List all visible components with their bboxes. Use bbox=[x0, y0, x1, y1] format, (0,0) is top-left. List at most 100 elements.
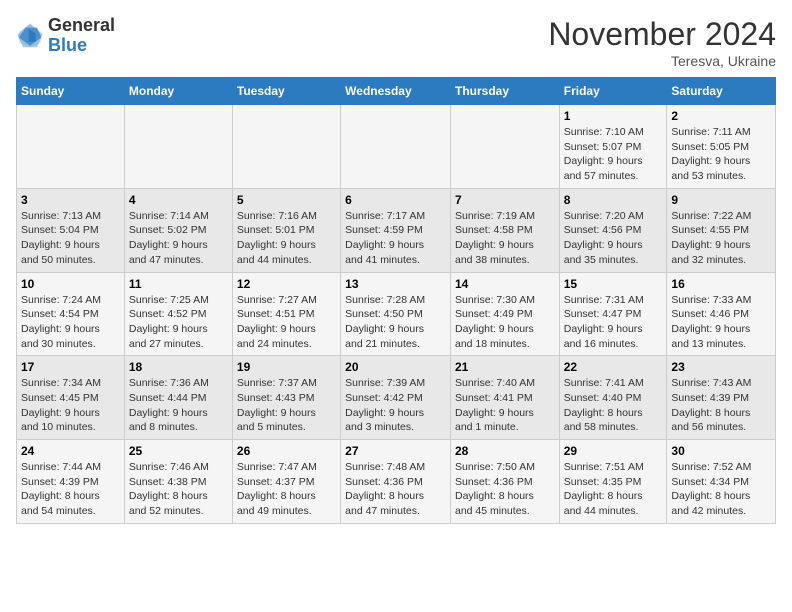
logo-text: General Blue bbox=[48, 16, 115, 56]
calendar-week-4: 17 Sunrise: 7:34 AM Sunset: 4:45 PM Dayli… bbox=[17, 356, 776, 440]
calendar-cell: 5Sunrise: 7:16 AM Sunset: 5:01 PM Daylig… bbox=[232, 188, 340, 272]
day-number: 12 bbox=[237, 277, 336, 291]
title-block: November 2024 Teresva, Ukraine bbox=[548, 16, 776, 69]
calendar-cell: 1 Sunrise: 7:10 AM Sunset: 5:07 PM Daylig… bbox=[559, 105, 667, 189]
day-number: 24 bbox=[21, 444, 120, 458]
day-number: 23 bbox=[671, 360, 771, 374]
day-number: 6 bbox=[345, 193, 446, 207]
month-title: November 2024 bbox=[548, 16, 776, 53]
weekday-thursday: Thursday bbox=[450, 78, 559, 105]
day-info: Sunrise: 7:50 AM Sunset: 4:36 PM Dayligh… bbox=[455, 460, 555, 519]
day-number: 16 bbox=[671, 277, 771, 291]
calendar-cell bbox=[450, 105, 559, 189]
calendar-cell: 18 Sunrise: 7:36 AM Sunset: 4:44 PM Dayli… bbox=[124, 356, 232, 440]
day-number: 7 bbox=[455, 193, 555, 207]
calendar-cell: 20Sunrise: 7:39 AM Sunset: 4:42 PM Dayli… bbox=[341, 356, 451, 440]
day-info: Sunrise: 7:20 AM Sunset: 4:56 PM Dayligh… bbox=[564, 209, 663, 268]
day-number: 3 bbox=[21, 193, 120, 207]
day-info: Sunrise: 7:36 AM Sunset: 4:44 PM Dayligh… bbox=[129, 376, 228, 435]
day-info: Sunrise: 7:13 AM Sunset: 5:04 PM Dayligh… bbox=[21, 209, 120, 268]
calendar-cell: 2Sunrise: 7:11 AM Sunset: 5:05 PM Daylig… bbox=[667, 105, 776, 189]
day-info: Sunrise: 7:52 AM Sunset: 4:34 PM Dayligh… bbox=[671, 460, 771, 519]
day-number: 17 bbox=[21, 360, 120, 374]
day-info: Sunrise: 7:51 AM Sunset: 4:35 PM Dayligh… bbox=[564, 460, 663, 519]
weekday-friday: Friday bbox=[559, 78, 667, 105]
day-info: Sunrise: 7:37 AM Sunset: 4:43 PM Dayligh… bbox=[237, 376, 336, 435]
calendar-week-1: 1 Sunrise: 7:10 AM Sunset: 5:07 PM Daylig… bbox=[17, 105, 776, 189]
calendar-cell: 3 Sunrise: 7:13 AM Sunset: 5:04 PM Daylig… bbox=[17, 188, 125, 272]
day-number: 11 bbox=[129, 277, 228, 291]
calendar-table: SundayMondayTuesdayWednesdayThursdayFrid… bbox=[16, 77, 776, 524]
day-info: Sunrise: 7:41 AM Sunset: 4:40 PM Dayligh… bbox=[564, 376, 663, 435]
day-number: 13 bbox=[345, 277, 446, 291]
calendar-cell: 21Sunrise: 7:40 AM Sunset: 4:41 PM Dayli… bbox=[450, 356, 559, 440]
weekday-saturday: Saturday bbox=[667, 78, 776, 105]
calendar-cell: 15Sunrise: 7:31 AM Sunset: 4:47 PM Dayli… bbox=[559, 272, 667, 356]
logo-icon bbox=[16, 22, 44, 50]
day-info: Sunrise: 7:33 AM Sunset: 4:46 PM Dayligh… bbox=[671, 293, 771, 352]
weekday-header-row: SundayMondayTuesdayWednesdayThursdayFrid… bbox=[17, 78, 776, 105]
calendar-cell: 27Sunrise: 7:48 AM Sunset: 4:36 PM Dayli… bbox=[341, 440, 451, 524]
day-info: Sunrise: 7:44 AM Sunset: 4:39 PM Dayligh… bbox=[21, 460, 120, 519]
calendar-cell: 26 Sunrise: 7:47 AM Sunset: 4:37 PM Dayli… bbox=[232, 440, 340, 524]
day-info: Sunrise: 7:34 AM Sunset: 4:45 PM Dayligh… bbox=[21, 376, 120, 435]
day-info: Sunrise: 7:28 AM Sunset: 4:50 PM Dayligh… bbox=[345, 293, 446, 352]
day-info: Sunrise: 7:14 AM Sunset: 5:02 PM Dayligh… bbox=[129, 209, 228, 268]
day-info: Sunrise: 7:19 AM Sunset: 4:58 PM Dayligh… bbox=[455, 209, 555, 268]
day-number: 5 bbox=[237, 193, 336, 207]
day-number: 8 bbox=[564, 193, 663, 207]
day-number: 28 bbox=[455, 444, 555, 458]
calendar-cell: 25 Sunrise: 7:46 AM Sunset: 4:38 PM Dayli… bbox=[124, 440, 232, 524]
calendar-cell: 23Sunrise: 7:43 AM Sunset: 4:39 PM Dayli… bbox=[667, 356, 776, 440]
day-info: Sunrise: 7:27 AM Sunset: 4:51 PM Dayligh… bbox=[237, 293, 336, 352]
day-number: 19 bbox=[237, 360, 336, 374]
calendar-body: 1 Sunrise: 7:10 AM Sunset: 5:07 PM Daylig… bbox=[17, 105, 776, 524]
day-info: Sunrise: 7:47 AM Sunset: 4:37 PM Dayligh… bbox=[237, 460, 336, 519]
calendar-cell: 24 Sunrise: 7:44 AM Sunset: 4:39 PM Dayli… bbox=[17, 440, 125, 524]
day-number: 25 bbox=[129, 444, 228, 458]
calendar-cell: 8 Sunrise: 7:20 AM Sunset: 4:56 PM Daylig… bbox=[559, 188, 667, 272]
calendar-week-3: 10 Sunrise: 7:24 AM Sunset: 4:54 PM Dayli… bbox=[17, 272, 776, 356]
day-number: 22 bbox=[564, 360, 663, 374]
calendar-cell: 7 Sunrise: 7:19 AM Sunset: 4:58 PM Daylig… bbox=[450, 188, 559, 272]
day-info: Sunrise: 7:24 AM Sunset: 4:54 PM Dayligh… bbox=[21, 293, 120, 352]
calendar-cell: 30 Sunrise: 7:52 AM Sunset: 4:34 PM Dayli… bbox=[667, 440, 776, 524]
day-number: 29 bbox=[564, 444, 663, 458]
calendar-cell bbox=[124, 105, 232, 189]
day-info: Sunrise: 7:10 AM Sunset: 5:07 PM Dayligh… bbox=[564, 125, 663, 184]
calendar-cell: 4 Sunrise: 7:14 AM Sunset: 5:02 PM Daylig… bbox=[124, 188, 232, 272]
weekday-wednesday: Wednesday bbox=[341, 78, 451, 105]
calendar-cell bbox=[232, 105, 340, 189]
day-info: Sunrise: 7:31 AM Sunset: 4:47 PM Dayligh… bbox=[564, 293, 663, 352]
page-header: General Blue November 2024 Teresva, Ukra… bbox=[16, 16, 776, 69]
day-info: Sunrise: 7:22 AM Sunset: 4:55 PM Dayligh… bbox=[671, 209, 771, 268]
weekday-monday: Monday bbox=[124, 78, 232, 105]
day-number: 26 bbox=[237, 444, 336, 458]
day-info: Sunrise: 7:48 AM Sunset: 4:36 PM Dayligh… bbox=[345, 460, 446, 519]
logo: General Blue bbox=[16, 16, 115, 56]
calendar-cell: 19 Sunrise: 7:37 AM Sunset: 4:43 PM Dayli… bbox=[232, 356, 340, 440]
day-info: Sunrise: 7:25 AM Sunset: 4:52 PM Dayligh… bbox=[129, 293, 228, 352]
calendar-week-5: 24 Sunrise: 7:44 AM Sunset: 4:39 PM Dayli… bbox=[17, 440, 776, 524]
calendar-cell: 10 Sunrise: 7:24 AM Sunset: 4:54 PM Dayli… bbox=[17, 272, 125, 356]
day-info: Sunrise: 7:39 AM Sunset: 4:42 PM Dayligh… bbox=[345, 376, 446, 435]
day-number: 14 bbox=[455, 277, 555, 291]
calendar-cell: 22 Sunrise: 7:41 AM Sunset: 4:40 PM Dayli… bbox=[559, 356, 667, 440]
day-info: Sunrise: 7:46 AM Sunset: 4:38 PM Dayligh… bbox=[129, 460, 228, 519]
day-number: 1 bbox=[564, 109, 663, 123]
calendar-cell: 13 Sunrise: 7:28 AM Sunset: 4:50 PM Dayli… bbox=[341, 272, 451, 356]
day-info: Sunrise: 7:40 AM Sunset: 4:41 PM Dayligh… bbox=[455, 376, 555, 435]
day-number: 10 bbox=[21, 277, 120, 291]
day-number: 18 bbox=[129, 360, 228, 374]
calendar-cell: 11 Sunrise: 7:25 AM Sunset: 4:52 PM Dayli… bbox=[124, 272, 232, 356]
day-number: 4 bbox=[129, 193, 228, 207]
calendar-cell: 6Sunrise: 7:17 AM Sunset: 4:59 PM Daylig… bbox=[341, 188, 451, 272]
calendar-cell: 14 Sunrise: 7:30 AM Sunset: 4:49 PM Dayli… bbox=[450, 272, 559, 356]
day-number: 2 bbox=[671, 109, 771, 123]
calendar-cell: 29 Sunrise: 7:51 AM Sunset: 4:35 PM Dayli… bbox=[559, 440, 667, 524]
calendar-cell bbox=[17, 105, 125, 189]
day-number: 30 bbox=[671, 444, 771, 458]
day-number: 9 bbox=[671, 193, 771, 207]
calendar-cell: 16 Sunrise: 7:33 AM Sunset: 4:46 PM Dayli… bbox=[667, 272, 776, 356]
day-info: Sunrise: 7:30 AM Sunset: 4:49 PM Dayligh… bbox=[455, 293, 555, 352]
